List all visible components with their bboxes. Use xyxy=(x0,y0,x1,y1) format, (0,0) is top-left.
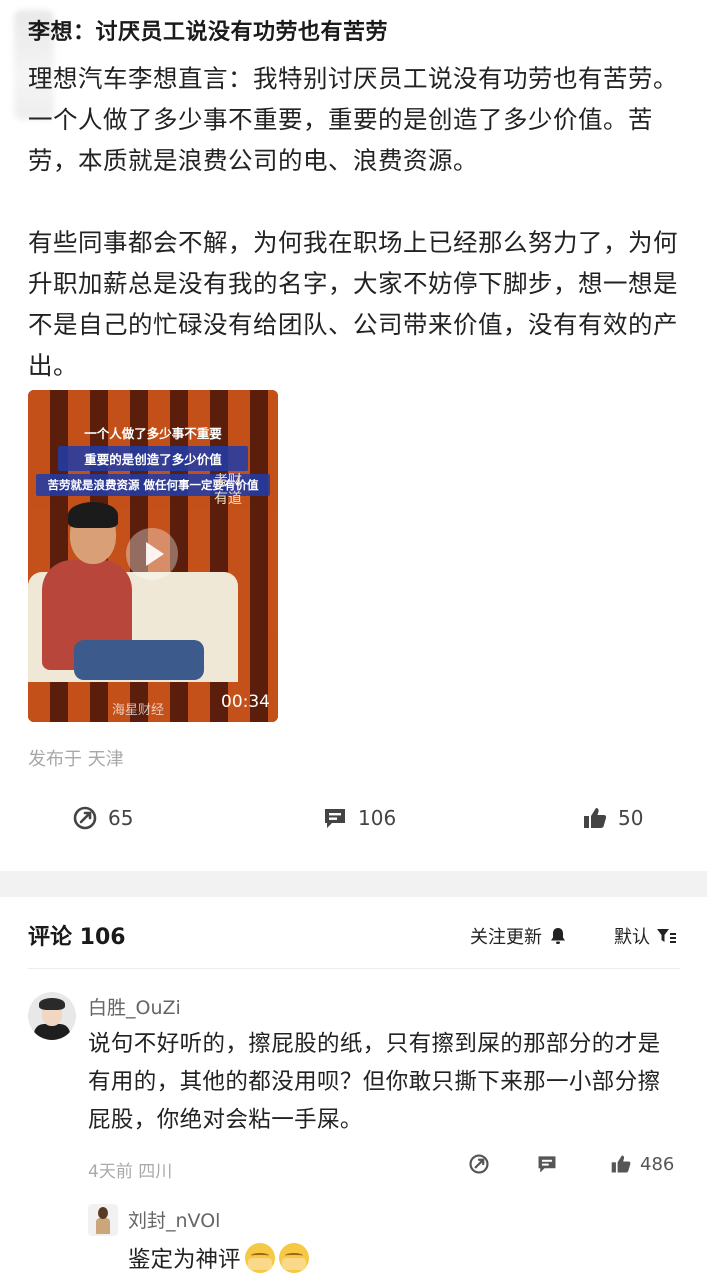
comment-icon xyxy=(538,1156,556,1173)
video-person-hair xyxy=(68,502,118,528)
comment-text: 说句不好听的，擦屁股的纸，只有擦到屎的那部分的才是有用的，其他的都没用呗？但你敢… xyxy=(88,1031,661,1133)
section-divider xyxy=(0,871,707,897)
comment-count: 106 xyxy=(358,806,397,830)
video-watermark: 海星财经 xyxy=(112,703,165,718)
share-count: 65 xyxy=(108,806,134,830)
share-icon xyxy=(73,806,97,830)
bell-icon xyxy=(551,928,565,944)
avatar[interactable] xyxy=(28,992,76,1040)
video-caption: 一个人做了多少事不重要 xyxy=(84,426,222,441)
comment-like-button[interactable]: 486 xyxy=(610,1153,674,1175)
header-separator xyxy=(28,968,680,969)
reply-text: 鉴定为神评 xyxy=(128,1247,241,1273)
show-logo: 考财 有道 xyxy=(214,473,242,507)
comment-author[interactable]: 白胜_OuZi xyxy=(88,993,181,1020)
play-icon[interactable] xyxy=(126,528,178,580)
post-body: 理想汽车李想直言：我特别讨厌员工说没有功劳也有苦劳。一个人做了多少事不重要，重要… xyxy=(28,58,678,386)
video-thumbnail[interactable]: 一个人做了多少事不重要 重要的是创造了多少价值 苦劳就是浪费资源 做任何事一定要… xyxy=(28,390,278,722)
post-paragraph: 理想汽车李想直言：我特别讨厌员工说没有功劳也有苦劳。一个人做了多少事不重要，重要… xyxy=(28,64,678,175)
video-duration: 00:34 xyxy=(221,692,270,712)
follow-updates-button[interactable]: 关注更新 xyxy=(470,923,568,949)
video-caption: 重要的是创造了多少价值 xyxy=(58,446,248,471)
reply-avatar-head xyxy=(98,1207,108,1219)
post-paragraph: 有些同事都会不解，为何我在职场上已经那么努力了，为何升职加薪总是没有我的名字，大… xyxy=(28,228,678,380)
comment-reply-button[interactable] xyxy=(536,1153,558,1175)
post-title: 李想：讨厌员工说没有功劳也有苦劳 xyxy=(28,20,389,45)
thumbs-up-icon xyxy=(611,1155,631,1173)
comment-like-count: 486 xyxy=(640,1153,675,1175)
sort-filter-icon xyxy=(657,929,676,943)
comments-title: 评论 106 xyxy=(28,925,126,950)
comment-button[interactable]: 106 xyxy=(322,805,396,831)
laugh-emoji-icon xyxy=(244,1243,275,1273)
share-button[interactable]: 65 xyxy=(72,805,133,831)
thumbs-up-icon xyxy=(584,808,607,828)
reply-avatar[interactable] xyxy=(88,1204,118,1236)
like-button[interactable]: 50 xyxy=(582,805,643,831)
sort-dropdown[interactable]: 默认 xyxy=(614,923,678,949)
avatar-suit xyxy=(34,1024,70,1040)
comment-actions: 486 xyxy=(0,1153,707,1183)
post-location: 发布于 天津 xyxy=(28,749,124,770)
reply-avatar-body xyxy=(96,1218,110,1234)
reply-item: 刘封_nVOl 鉴定为神评 xyxy=(88,1196,688,1280)
comments-header: 评论 106 关注更新 默认 xyxy=(0,915,707,955)
follow-updates-label: 关注更新 xyxy=(470,927,542,948)
post-actions: 65 106 50 xyxy=(0,805,707,837)
video-person-legs xyxy=(74,640,204,680)
comment-share-button[interactable] xyxy=(468,1153,490,1175)
like-count: 50 xyxy=(618,806,644,830)
sort-label: 默认 xyxy=(614,927,650,948)
reply-author[interactable]: 刘封_nVOl xyxy=(128,1206,220,1233)
avatar-hair xyxy=(39,998,65,1010)
share-icon xyxy=(469,1154,489,1174)
reply-content: 鉴定为神评 xyxy=(128,1242,309,1274)
comment-icon xyxy=(325,809,345,828)
laugh-emoji-icon xyxy=(278,1243,309,1273)
